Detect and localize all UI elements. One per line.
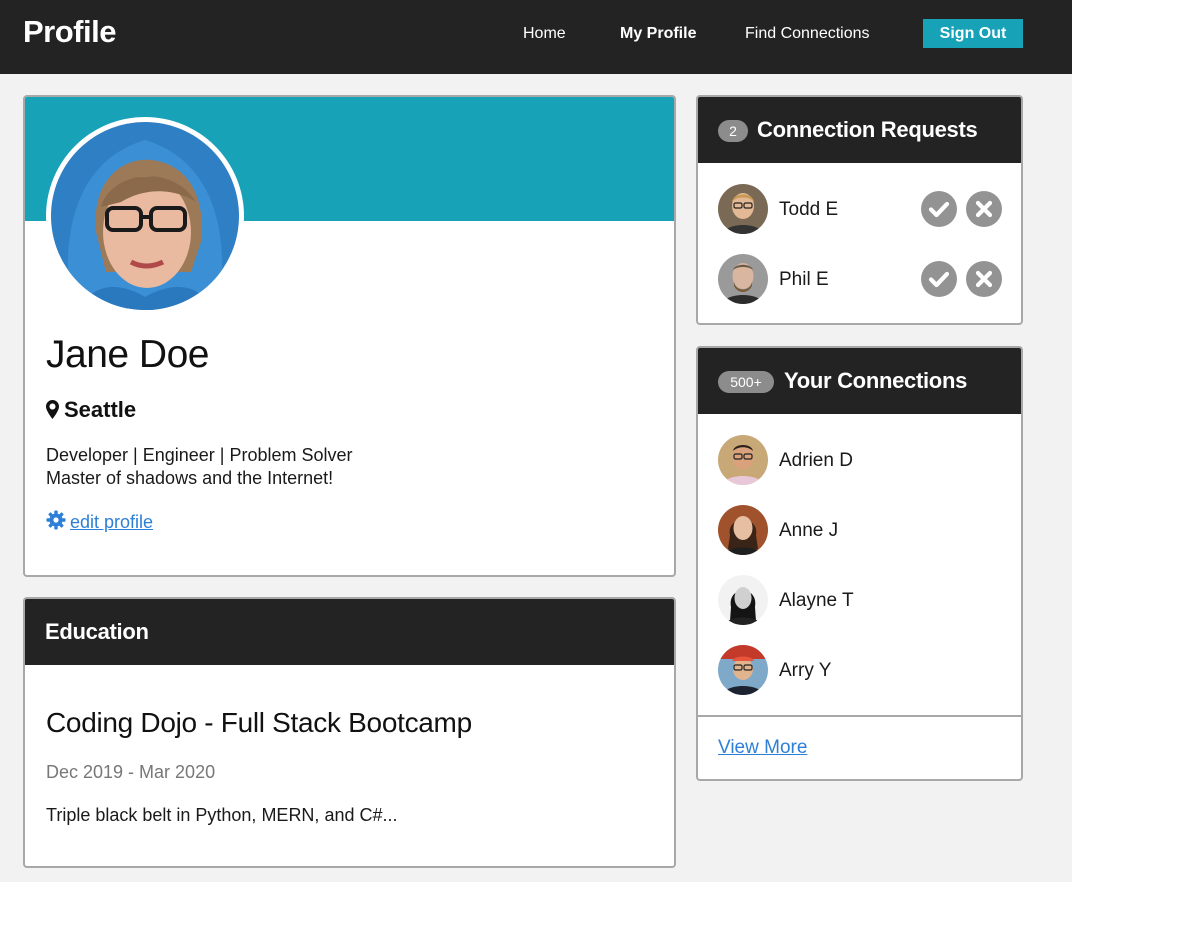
profile-location: Seattle [46, 397, 136, 423]
map-marker-icon [46, 400, 59, 419]
avatar [718, 184, 768, 234]
profile-name: Jane Doe [46, 333, 209, 376]
education-card: Education Coding Dojo - Full Stack Bootc… [23, 597, 676, 868]
decline-request-button[interactable] [966, 261, 1002, 297]
nav-link-home[interactable]: Home [523, 25, 566, 43]
location-label: Seattle [64, 397, 137, 422]
connection-requests-title: Connection Requests [757, 117, 978, 142]
nav-link-find-connections[interactable]: Find Connections [745, 25, 870, 43]
connection-name[interactable]: Adrien D [779, 450, 853, 472]
connection-name[interactable]: Anne J [779, 520, 838, 542]
request-name: Todd E [779, 199, 839, 220]
bio-line-1: Developer | Engineer | Problem Solver [46, 445, 353, 465]
bio-line-2: Master of shadows and the Internet! [46, 468, 334, 488]
avatar [718, 254, 768, 304]
avatar[interactable] [718, 505, 768, 555]
check-icon [928, 201, 950, 218]
connection-requests-card: 2 Connection Requests Todd E Phil E [696, 95, 1023, 325]
avatar[interactable] [718, 645, 768, 695]
top-navbar: Profile Home My Profile Find Connections… [0, 0, 1072, 74]
education-title: Education [45, 619, 149, 644]
edit-profile-label: edit profile [70, 512, 154, 532]
accept-request-button[interactable] [921, 261, 957, 297]
education-school: Coding Dojo - Full Stack Bootcamp [46, 707, 472, 738]
profile-card: Jane Doe Seattle Developer | Engineer | … [23, 95, 676, 577]
sign-out-button[interactable]: Sign Out [923, 19, 1023, 48]
avatar[interactable] [718, 435, 768, 485]
your-connections-title: Your Connections [784, 368, 968, 393]
profile-photo [51, 122, 239, 310]
your-connections-header: 500+ Your Connections [698, 348, 1021, 414]
accept-request-button[interactable] [921, 191, 957, 227]
app-root: Profile Home My Profile Find Connections… [0, 0, 1072, 882]
view-more-link[interactable]: View More [718, 737, 807, 759]
connection-requests-header: 2 Connection Requests [698, 97, 1021, 163]
decline-request-button[interactable] [966, 191, 1002, 227]
close-icon [975, 200, 993, 218]
divider [698, 715, 1021, 717]
close-icon [975, 270, 993, 288]
your-connections-card: 500+ Your Connections Adrien D Anne J Al… [696, 346, 1023, 781]
check-icon [928, 271, 950, 288]
profile-avatar [46, 117, 244, 315]
education-dates: Dec 2019 - Mar 2020 [46, 762, 216, 782]
gear-icon [46, 510, 66, 530]
connection-name[interactable]: Alayne T [779, 590, 854, 612]
education-description: Triple black belt in Python, MERN, and C… [46, 805, 398, 825]
avatar[interactable] [718, 575, 768, 625]
connections-count-badge: 500+ [718, 371, 774, 393]
education-header: Education [25, 599, 674, 665]
nav-link-my-profile[interactable]: My Profile [620, 25, 696, 43]
page-title: Profile [23, 14, 116, 49]
request-name: Phil E [779, 269, 829, 290]
connection-name[interactable]: Arry Y [779, 660, 831, 682]
requests-count-badge: 2 [718, 120, 748, 142]
edit-profile-link[interactable]: edit profile [46, 510, 153, 533]
